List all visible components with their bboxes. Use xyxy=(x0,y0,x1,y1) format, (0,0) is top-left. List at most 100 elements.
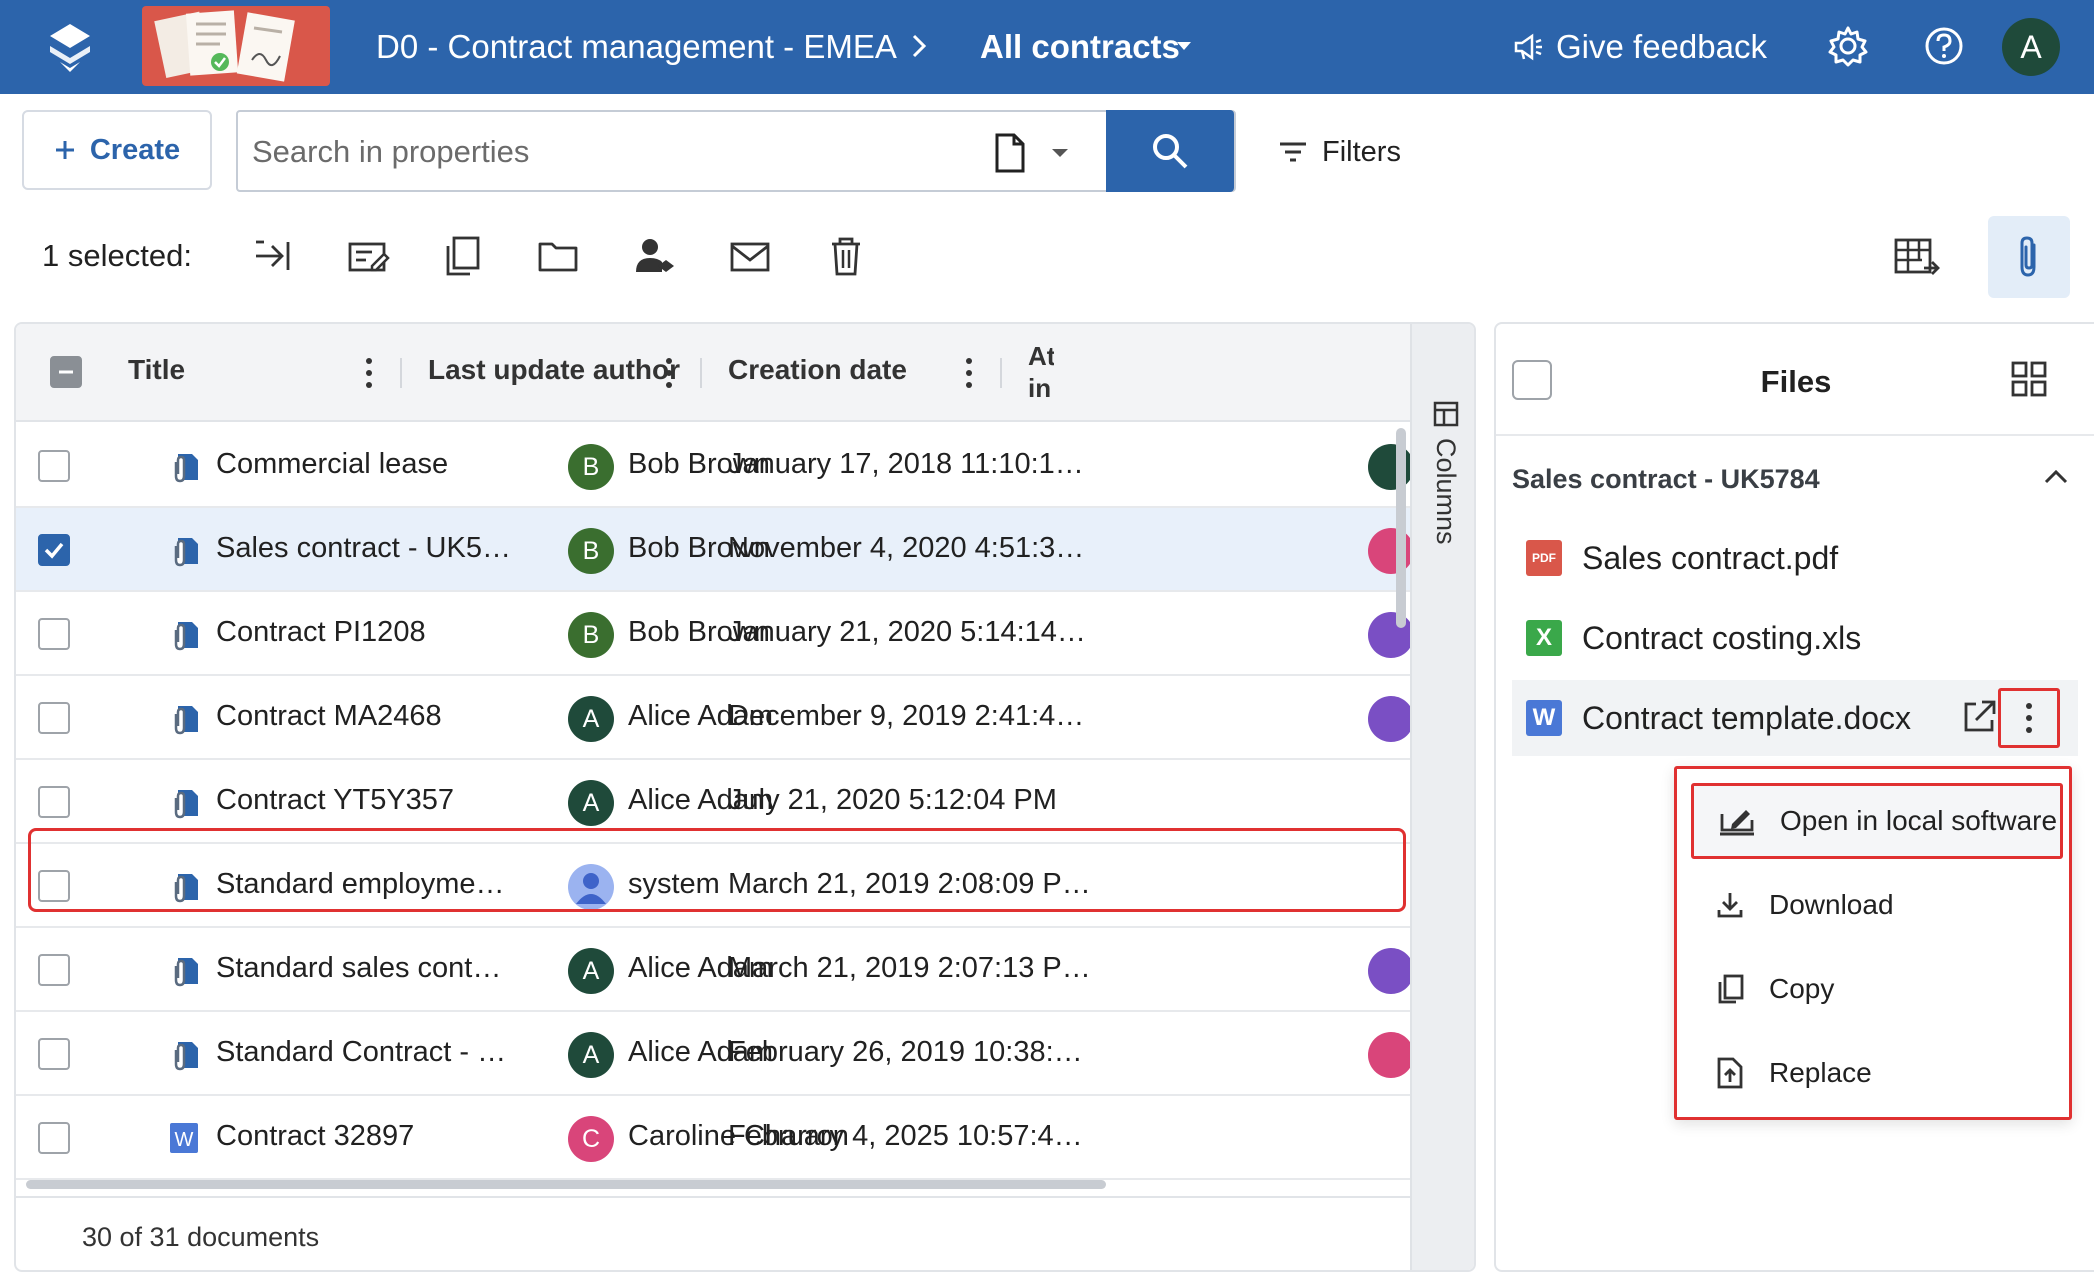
contracts-illustration-icon xyxy=(154,10,295,82)
row-creation-date: July 21, 2020 5:12:04 PM xyxy=(728,784,1057,816)
table-row[interactable]: Commercial lease B Bob Brown January 17, 20… xyxy=(16,424,1414,508)
files-header: Files xyxy=(1496,324,2094,436)
columns-panel-toggle[interactable]: Columns xyxy=(1410,324,1474,1270)
chevron-right-icon xyxy=(912,34,927,58)
table-row[interactable]: Sales contract - UK5… B Bob Brown November … xyxy=(16,508,1414,592)
columns-icon xyxy=(1433,401,1458,427)
app-logo-icon[interactable] xyxy=(46,22,94,74)
row-checkbox[interactable] xyxy=(38,618,70,650)
table-row[interactable]: Contract PI1208 B Bob Brown January 21, 202… xyxy=(16,592,1414,676)
document-type-selector[interactable] xyxy=(994,130,1104,176)
file-item[interactable]: PDF Sales contract.pdf xyxy=(1512,520,2078,596)
row-checkbox[interactable] xyxy=(38,1122,70,1154)
indeterminate-icon xyxy=(59,370,73,374)
contract-attachment-icon xyxy=(174,1042,198,1071)
selection-count: 1 selected: xyxy=(42,238,192,273)
table-row[interactable]: Standard Contract - … A Alice Adam February… xyxy=(16,1012,1414,1096)
table-row[interactable]: Standard sales cont… A Alice Adam March 21,… xyxy=(16,928,1414,1012)
open-external-icon[interactable] xyxy=(1960,698,1998,736)
create-label: Create xyxy=(89,133,181,166)
caret-down-icon[interactable] xyxy=(1174,36,1194,56)
file-more-menu-button[interactable] xyxy=(1998,688,2060,748)
file-item[interactable]: X Contract costing.xls xyxy=(1512,600,2078,676)
share-icon[interactable] xyxy=(250,234,294,278)
menu-copy[interactable]: Copy xyxy=(1691,951,2063,1027)
user-avatar[interactable]: A xyxy=(2002,18,2060,76)
row-title[interactable]: Standard Contract - … xyxy=(216,1036,506,1069)
column-header-author[interactable]: Last update author xyxy=(428,354,680,386)
give-feedback-button[interactable]: Give feedback xyxy=(1512,28,1767,66)
row-checkbox[interactable] xyxy=(38,1038,70,1070)
column-menu-icon[interactable] xyxy=(664,356,674,390)
folder-icon[interactable] xyxy=(536,234,580,278)
table-row[interactable]: W Contract 32897 C Caroline Charron February… xyxy=(16,1096,1410,1180)
copy-icon[interactable] xyxy=(440,234,484,278)
create-button[interactable]: Create xyxy=(22,110,212,190)
row-checkbox[interactable] xyxy=(38,450,70,482)
row-checkbox[interactable] xyxy=(38,954,70,986)
attachment-avatar xyxy=(1368,612,1414,658)
row-title[interactable]: Contract MA2468 xyxy=(216,700,442,733)
search-input[interactable] xyxy=(252,132,952,172)
column-menu-icon[interactable] xyxy=(964,356,974,390)
menu-label: Copy xyxy=(1769,973,1835,1004)
gear-icon[interactable] xyxy=(1824,22,1872,70)
file-group-title[interactable]: Sales contract - UK5784 xyxy=(1512,464,1820,495)
copy-icon xyxy=(1718,974,1744,1004)
document-count: 30 of 31 documents xyxy=(82,1222,320,1252)
help-icon[interactable] xyxy=(1920,22,1968,70)
contract-attachment-icon xyxy=(174,706,198,735)
table-row[interactable]: Contract MA2468 A Alice Adam December 9, 20… xyxy=(16,676,1414,760)
filters-button[interactable]: Filters xyxy=(1278,132,1401,172)
column-separator[interactable] xyxy=(700,358,702,388)
delete-icon[interactable] xyxy=(824,234,868,278)
search-box xyxy=(236,110,1236,192)
contract-attachment-icon xyxy=(174,622,198,651)
row-title[interactable]: Commercial lease xyxy=(216,448,448,481)
assign-user-icon[interactable] xyxy=(632,234,676,278)
file-upload-icon xyxy=(1717,1057,1743,1089)
word-file-icon: W xyxy=(170,1123,198,1153)
menu-download[interactable]: Download xyxy=(1691,867,2063,943)
chevron-up-icon[interactable] xyxy=(2042,466,2070,488)
breadcrumb-workspace[interactable]: D0 - Contract management - EMEA xyxy=(376,28,897,66)
column-header-attachments[interactable]: Atta in c xyxy=(1028,340,1054,408)
documents-grid: Title Last update author Creation date A… xyxy=(14,322,1476,1272)
menu-replace[interactable]: Replace xyxy=(1691,1035,2063,1111)
attachments-view-toggle[interactable] xyxy=(1988,216,2070,298)
row-title[interactable]: Standard sales cont… xyxy=(216,952,501,985)
row-title[interactable]: Contract PI1208 xyxy=(216,616,426,649)
table-export-icon[interactable] xyxy=(1892,236,1940,280)
select-all-checkbox[interactable] xyxy=(50,356,82,388)
column-header-creation-date[interactable]: Creation date xyxy=(728,354,907,386)
edit-properties-icon[interactable] xyxy=(346,234,390,278)
column-separator[interactable] xyxy=(400,358,402,388)
top-bar: D0 - Contract management - EMEA All cont… xyxy=(0,0,2094,94)
menu-label: Open in local software xyxy=(1780,805,2058,836)
pdf-file-icon: PDF xyxy=(1526,540,1562,576)
workspace-thumbnail[interactable] xyxy=(142,6,330,86)
row-title[interactable]: Sales contract - UK5… xyxy=(216,532,511,565)
attachment-avatar xyxy=(1368,528,1414,574)
row-title[interactable]: Contract 32897 xyxy=(216,1120,414,1153)
grid-view-icon[interactable] xyxy=(2010,360,2048,398)
email-icon[interactable] xyxy=(728,234,772,278)
column-menu-icon[interactable] xyxy=(364,356,374,390)
file-item[interactable]: W Contract template.docx xyxy=(1512,680,2078,756)
search-button[interactable] xyxy=(1106,110,1234,192)
row-creation-date: January 21, 2020 5:14:14… xyxy=(728,616,1086,648)
menu-open-local-software[interactable]: Open in local software xyxy=(1691,783,2063,859)
column-separator[interactable] xyxy=(1000,358,1002,388)
row-checkbox[interactable] xyxy=(38,786,70,818)
horizontal-scrollbar[interactable] xyxy=(26,1180,1106,1189)
row-checkbox[interactable] xyxy=(38,534,70,566)
file-context-menu: Open in local software Download Copy Rep… xyxy=(1674,766,2072,1120)
row-checkbox[interactable] xyxy=(38,702,70,734)
word-file-icon: W xyxy=(1526,700,1562,736)
author-avatar: C xyxy=(568,1116,614,1162)
column-header-title[interactable]: Title xyxy=(128,354,185,386)
vertical-scrollbar[interactable] xyxy=(1396,428,1406,628)
row-title[interactable]: Contract YT5Y357 xyxy=(216,784,454,817)
file-name: Contract costing.xls xyxy=(1582,620,1862,656)
breadcrumb-view[interactable]: All contracts xyxy=(980,28,1180,66)
